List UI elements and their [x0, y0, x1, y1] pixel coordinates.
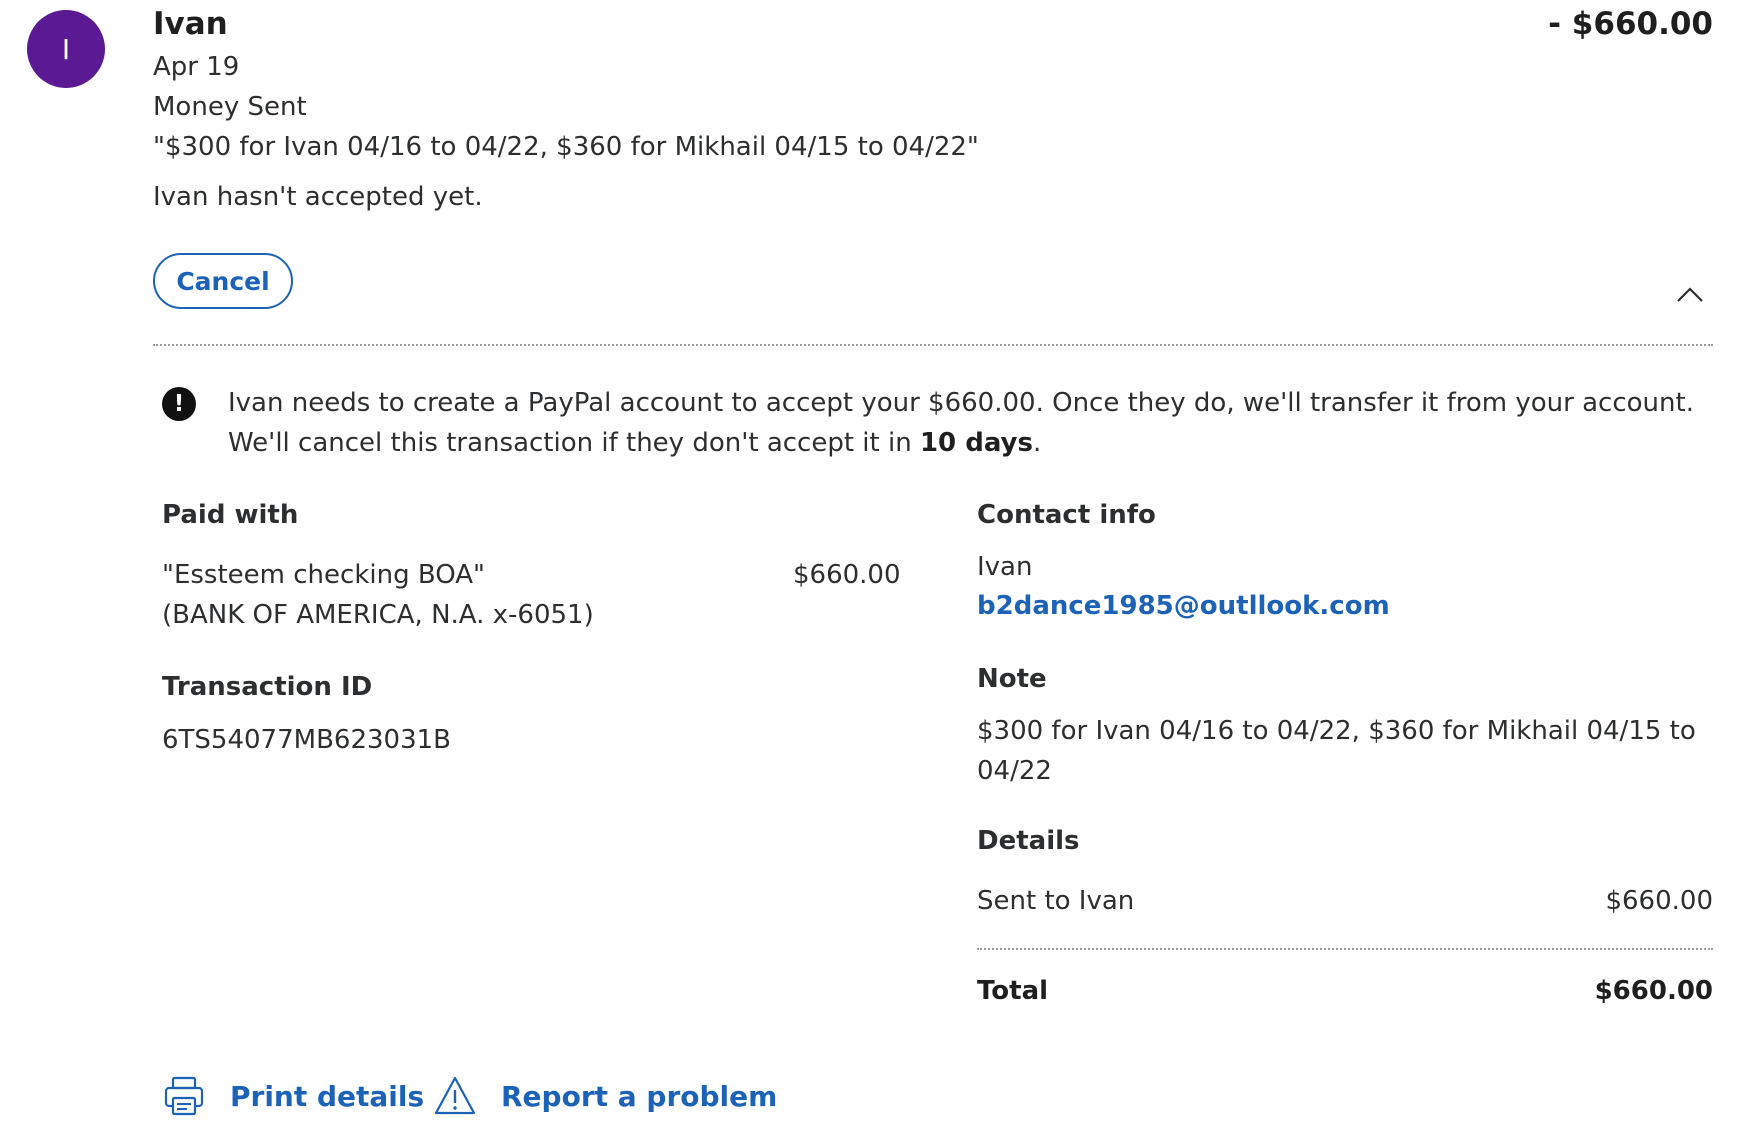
note-heading: Note: [977, 664, 1047, 694]
note-line-2: 04/22: [977, 756, 1052, 786]
report-problem-label: Report a problem: [501, 1079, 778, 1113]
report-problem-button[interactable]: Report a problem: [433, 1074, 777, 1118]
paid-with-heading: Paid with: [162, 500, 299, 530]
recipient-name: Ivan: [153, 6, 228, 42]
avatar-initial: I: [61, 32, 71, 66]
alert-text-bold: 10 days: [919, 428, 1033, 458]
details-divider: [977, 948, 1713, 950]
details-row-label: Sent to Ivan: [977, 886, 1135, 916]
funding-bank: (BANK OF AMERICA, N.A. x-6051): [162, 600, 594, 630]
printer-icon: [164, 1076, 204, 1116]
cancel-button[interactable]: Cancel: [153, 253, 293, 309]
alert-icon: !: [162, 387, 196, 421]
details-row-value: $660.00: [1605, 886, 1713, 916]
transaction-type: Money Sent: [153, 92, 307, 122]
total-value: $660.00: [1594, 976, 1713, 1006]
warning-icon: [434, 1076, 476, 1115]
print-details-label: Print details: [230, 1079, 425, 1113]
print-details-button[interactable]: Print details: [162, 1074, 424, 1118]
total-label: Total: [977, 976, 1049, 1006]
note-line-1: $300 for Ivan 04/16 to 04/22, $360 for M…: [977, 716, 1696, 746]
contact-email-link[interactable]: b2dance1985@outllook.com: [977, 591, 1390, 621]
divider: [153, 344, 1713, 346]
transaction-note-quoted: "$300 for Ivan 04/16 to 04/22, $360 for …: [153, 132, 979, 162]
details-heading: Details: [977, 826, 1080, 856]
funding-account-name: "Essteem checking BOA": [162, 560, 485, 590]
alert-text-after: .: [1032, 428, 1042, 458]
transaction-id-value: 6TS54077MB623031B: [162, 725, 451, 755]
transaction-status: Ivan hasn't accepted yet.: [153, 182, 483, 212]
contact-name: Ivan: [977, 552, 1033, 582]
avatar: I: [27, 10, 105, 88]
transaction-id-heading: Transaction ID: [162, 672, 373, 702]
transaction-amount: - $660.00: [1548, 6, 1713, 42]
contact-info-heading: Contact info: [977, 500, 1156, 530]
funding-amount: $660.00: [793, 560, 901, 590]
chevron-up-icon[interactable]: [1676, 285, 1704, 303]
transaction-detail-page: I Ivan - $660.00 Apr 19 Money Sent "$300…: [0, 0, 1744, 1136]
transaction-date: Apr 19: [153, 52, 240, 82]
alert-message: Ivan needs to create a PayPal account to…: [228, 383, 1718, 463]
